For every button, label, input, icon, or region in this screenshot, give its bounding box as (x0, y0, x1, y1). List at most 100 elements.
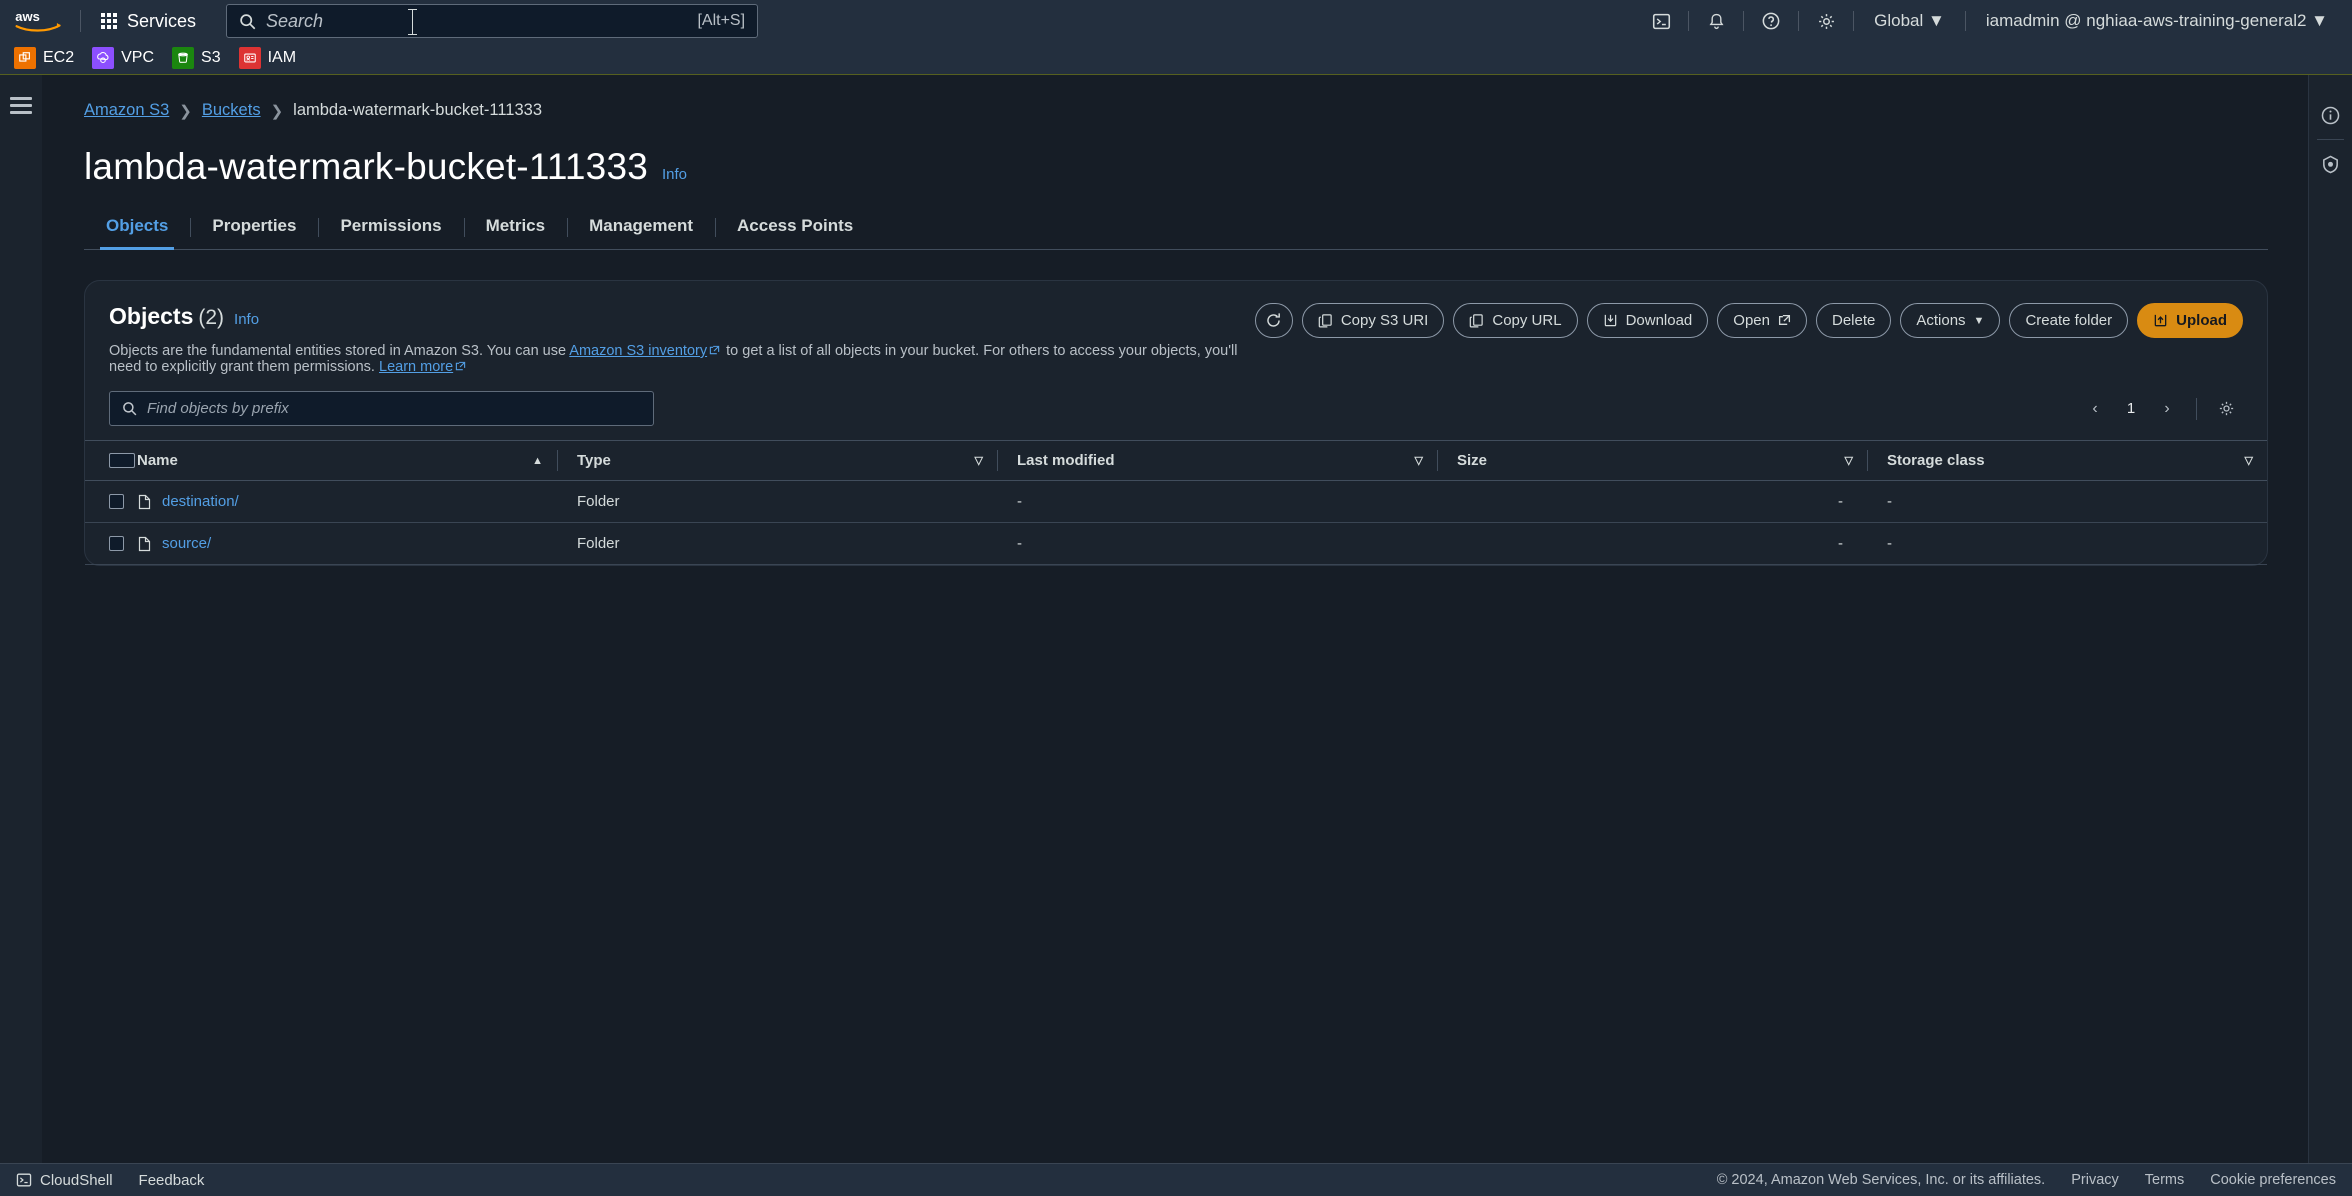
aws-logo[interactable]: aws (14, 8, 66, 34)
bell-icon[interactable] (1697, 0, 1735, 42)
objects-info-link[interactable]: Info (234, 311, 259, 328)
shortcut-s3[interactable]: S3 (172, 47, 221, 69)
learn-more-link[interactable]: Learn more (379, 359, 453, 375)
tab-management[interactable]: Management (567, 216, 715, 249)
column-header-storage-class[interactable]: Storage class ▽ (1867, 440, 2267, 481)
objects-heading: Objects (109, 303, 194, 329)
column-label: Type (577, 452, 611, 469)
upload-button[interactable]: Upload (2137, 303, 2243, 338)
breadcrumb-item-buckets[interactable]: Buckets (202, 101, 261, 120)
column-label: Size (1457, 452, 1488, 469)
row-checkbox[interactable] (109, 536, 124, 551)
sort-icon: ▽ (2244, 455, 2253, 467)
cell-storage-class: - (1867, 480, 2267, 523)
footer-feedback-label: Feedback (138, 1171, 205, 1189)
select-all-checkbox[interactable] (109, 453, 135, 468)
actions-dropdown-button[interactable]: Actions ▼ (1900, 303, 2001, 338)
find-objects-input[interactable]: Find objects by prefix (109, 391, 654, 426)
top-navigation-bar: aws Services Search [Alt+S] Global ▼ iam… (0, 0, 2352, 42)
column-header-size[interactable]: Size ▽ (1437, 440, 1867, 481)
main-content: Amazon S3 ❯ Buckets ❯ lambda-watermark-b… (42, 75, 2308, 1163)
service-shortcuts-bar: EC2 VPC S3 IAM (0, 42, 2352, 75)
download-button[interactable]: Download (1586, 303, 1709, 338)
shortcut-ec2[interactable]: EC2 (14, 47, 74, 69)
footer-cookie-preferences-link[interactable]: Cookie preferences (2210, 1172, 2336, 1188)
pagination: ‹ 1 › (2078, 392, 2243, 426)
objects-count: (2) (198, 306, 225, 329)
settings-icon[interactable] (1807, 0, 1845, 42)
refresh-button[interactable] (1254, 303, 1293, 338)
open-button[interactable]: Open (1717, 303, 1807, 338)
objects-description: Objects are the fundamental entities sto… (109, 343, 1255, 375)
folder-icon (138, 536, 151, 551)
object-name-link[interactable]: destination/ (162, 493, 239, 510)
column-header-type[interactable]: Type ▽ (557, 440, 997, 481)
hamburger-menu-icon[interactable] (10, 97, 32, 114)
create-folder-button[interactable]: Create folder (2009, 303, 2129, 338)
external-link-icon (455, 361, 466, 371)
footer-cloudshell-button[interactable]: CloudShell (16, 1172, 113, 1189)
nav-divider (1853, 11, 1855, 31)
shortcut-iam[interactable]: IAM (238, 47, 296, 69)
table-row[interactable]: source/ Folder - - - (85, 522, 2267, 565)
breadcrumb-item-current: lambda-watermark-bucket-111333 (293, 101, 542, 119)
global-search-bar[interactable]: Search [Alt+S] (226, 4, 759, 38)
breadcrumb-item-amazon-s3[interactable]: Amazon S3 (84, 101, 169, 120)
text-cursor-icon (408, 9, 418, 35)
column-header-last-modified[interactable]: Last modified ▽ (997, 440, 1437, 481)
divider (2317, 139, 2344, 140)
search-icon (123, 402, 137, 416)
tab-access-points[interactable]: Access Points (715, 216, 875, 249)
search-input[interactable]: Search (266, 11, 687, 32)
cloudshell-icon[interactable] (1642, 0, 1680, 42)
help-icon[interactable] (1752, 0, 1790, 42)
select-all-header (85, 440, 137, 481)
objects-table: Name ▲ Type ▽ Last modified ▽ Size ▽ Sto… (85, 440, 2267, 565)
tab-metrics[interactable]: Metrics (463, 216, 568, 249)
delete-button[interactable]: Delete (1815, 303, 1892, 338)
tab-properties[interactable]: Properties (190, 216, 318, 249)
objects-filter-row: Find objects by prefix ‹ 1 › (85, 375, 2267, 426)
object-name-link[interactable]: source/ (162, 535, 211, 552)
table-preferences-icon[interactable] (2209, 392, 2243, 426)
copy-url-button[interactable]: Copy URL (1453, 303, 1578, 338)
cell-type: Folder (557, 522, 997, 565)
nav-divider (80, 10, 81, 32)
tab-permissions[interactable]: Permissions (318, 216, 463, 249)
nav-divider (1743, 11, 1745, 31)
shortcut-vpc[interactable]: VPC (92, 47, 154, 69)
copy-s3-uri-button[interactable]: Copy S3 URI (1301, 303, 1445, 338)
services-label: Services (127, 10, 197, 31)
refresh-icon (1267, 313, 1281, 327)
footer-feedback-link[interactable]: Feedback (139, 1172, 205, 1189)
row-checkbox[interactable] (109, 494, 124, 509)
table-header-row: Name ▲ Type ▽ Last modified ▽ Size ▽ Sto… (85, 440, 2267, 481)
button-label: Copy S3 URI (1340, 312, 1429, 329)
footer-privacy-link[interactable]: Privacy (2071, 1172, 2119, 1188)
copy-icon (1470, 314, 1484, 328)
left-rail (0, 75, 42, 1163)
search-icon (240, 13, 256, 29)
svg-text:aws: aws (15, 9, 40, 24)
next-page-button[interactable]: › (2150, 392, 2184, 426)
shield-help-icon[interactable] (2309, 142, 2352, 186)
page-info-link[interactable]: Info (662, 166, 687, 183)
footer-copyright: © 2024, Amazon Web Services, Inc. or its… (1716, 1172, 2046, 1188)
app-shell: Amazon S3 ❯ Buckets ❯ lambda-watermark-b… (0, 75, 2352, 1163)
external-link-icon (709, 345, 720, 355)
previous-page-button[interactable]: ‹ (2078, 392, 2112, 426)
shortcut-label: S3 (201, 49, 221, 66)
services-menu-button[interactable]: Services (95, 7, 202, 36)
info-panel-icon[interactable] (2309, 93, 2352, 137)
region-selector[interactable]: Global ▼ (1862, 11, 1957, 31)
footer-terms-link[interactable]: Terms (2145, 1172, 2184, 1188)
account-menu[interactable]: iamadmin @ nghiaa-aws-training-general2 … (1974, 11, 2340, 31)
column-header-name[interactable]: Name ▲ (137, 440, 557, 481)
page-number[interactable]: 1 (2116, 400, 2146, 417)
amazon-s3-inventory-link[interactable]: Amazon S3 inventory (569, 343, 707, 359)
column-label: Name (137, 452, 178, 469)
cell-type: Folder (557, 480, 997, 523)
table-row[interactable]: destination/ Folder - - - (85, 480, 2267, 523)
tab-objects[interactable]: Objects (84, 216, 190, 250)
ec2-icon (14, 47, 36, 69)
